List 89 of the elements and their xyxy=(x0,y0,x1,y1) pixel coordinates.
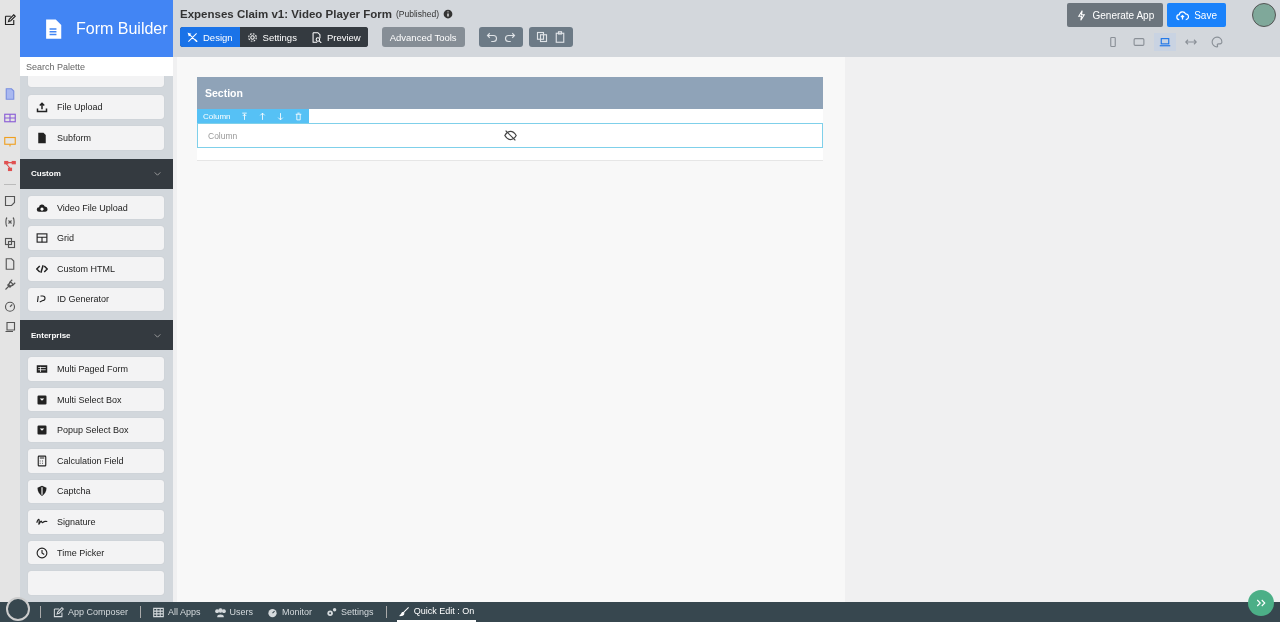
move-top-button[interactable] xyxy=(239,111,249,121)
move-up-button[interactable] xyxy=(257,111,267,121)
palette-icon xyxy=(1211,36,1223,48)
palette-item[interactable]: Multi Select Box xyxy=(28,387,164,412)
form-title: Expenses Claim v1: Video Player Form xyxy=(180,8,392,20)
table-icon xyxy=(36,363,48,376)
edit-icon xyxy=(53,606,64,618)
eye-slash-icon xyxy=(504,129,517,142)
mode-tab[interactable]: Design xyxy=(180,27,240,47)
code-icon xyxy=(36,262,48,275)
palette-item[interactable]: Signature xyxy=(28,510,164,534)
tree-icon xyxy=(4,160,16,172)
copy-icon xyxy=(535,31,548,43)
palette-item[interactable]: Captcha xyxy=(28,479,164,504)
clock-icon xyxy=(36,546,48,559)
phone-icon xyxy=(1107,36,1119,48)
palette-item[interactable]: Time Picker xyxy=(28,540,164,565)
gears-icon xyxy=(326,606,338,618)
copy-icon xyxy=(4,237,16,249)
users-icon xyxy=(214,606,226,618)
redo-icon xyxy=(503,31,516,43)
brand-title: Form Builder xyxy=(76,19,168,38)
undo-icon xyxy=(485,31,498,43)
dropdown-icon xyxy=(36,393,48,406)
palette-item[interactable]: Video File Upload xyxy=(28,195,164,220)
file-icon xyxy=(4,258,16,270)
clipboard-icon xyxy=(553,31,566,43)
gauge-icon xyxy=(4,300,16,312)
palette-item[interactable]: Multi Paged Form xyxy=(28,357,164,381)
variable-icon xyxy=(4,216,16,228)
arrow-up-icon xyxy=(239,111,249,121)
section-header: Section xyxy=(197,77,823,109)
palette-item[interactable]: ID Generator xyxy=(28,287,164,312)
footer-link[interactable]: All Apps xyxy=(151,602,203,622)
trash-icon xyxy=(293,111,303,121)
dropdown-icon xyxy=(36,424,48,437)
calculator-icon xyxy=(36,454,48,467)
palette-item[interactable]: File Upload xyxy=(28,95,164,119)
avatar[interactable] xyxy=(1252,3,1276,27)
plug-icon xyxy=(4,279,16,291)
save-button[interactable]: Save xyxy=(1167,3,1226,27)
cloud-upload-icon xyxy=(1176,8,1190,22)
chevron-down-icon xyxy=(153,169,162,179)
double-chevron-icon xyxy=(1255,597,1267,609)
note-icon xyxy=(4,195,16,207)
footer-link[interactable]: Monitor xyxy=(265,602,315,622)
category-header[interactable]: Enterprise xyxy=(20,320,173,351)
footer-link[interactable]: App Composer xyxy=(51,602,131,622)
table-icon xyxy=(4,112,16,124)
shield-icon xyxy=(36,485,48,498)
preview-icon xyxy=(310,31,322,43)
search-field[interactable]: Search Palette xyxy=(20,57,173,76)
upload-icon xyxy=(36,101,48,114)
laptop-icon xyxy=(1159,36,1171,48)
tablet-icon xyxy=(1133,36,1145,48)
bolt-icon xyxy=(1076,9,1088,21)
delete-button[interactable] xyxy=(293,111,303,121)
grid-icon xyxy=(153,606,165,618)
footer-link[interactable]: Quick Edit : On xyxy=(396,602,477,622)
resize-icon xyxy=(1185,36,1197,48)
device-toggle[interactable] xyxy=(1154,33,1176,51)
column-toolbar: Column xyxy=(197,109,309,123)
footer-link[interactable]: Settings xyxy=(324,602,376,622)
palette-item[interactable]: Subform xyxy=(28,125,164,150)
palette-item[interactable] xyxy=(28,76,164,88)
gear-icon xyxy=(246,31,258,43)
palette-item[interactable]: Popup Select Box xyxy=(28,418,164,443)
arrow-up-icon xyxy=(257,111,267,121)
monitor-icon xyxy=(4,136,16,148)
edit-icon xyxy=(4,14,16,26)
palette-item[interactable]: Grid xyxy=(28,226,164,250)
logo-icon[interactable] xyxy=(6,597,30,621)
status-label: (Published) xyxy=(396,9,439,19)
grid-icon xyxy=(36,232,48,245)
document-icon xyxy=(36,131,48,144)
generate-app-button[interactable]: Generate App xyxy=(1067,3,1164,27)
expand-button[interactable] xyxy=(1248,590,1274,616)
scroll-icon xyxy=(4,321,16,333)
footer-link[interactable]: Users xyxy=(212,602,256,622)
info-icon xyxy=(443,9,453,19)
brush-icon xyxy=(398,605,410,617)
arrow-down-icon xyxy=(275,111,285,121)
category-header[interactable]: Custom xyxy=(20,158,173,189)
tools-icon xyxy=(187,31,198,43)
move-down-button[interactable] xyxy=(275,111,285,121)
palette-item[interactable]: Calculation Field xyxy=(28,449,164,473)
palette-item[interactable]: Custom HTML xyxy=(28,256,164,281)
dashboard-icon xyxy=(267,606,279,618)
document-icon xyxy=(4,88,16,100)
